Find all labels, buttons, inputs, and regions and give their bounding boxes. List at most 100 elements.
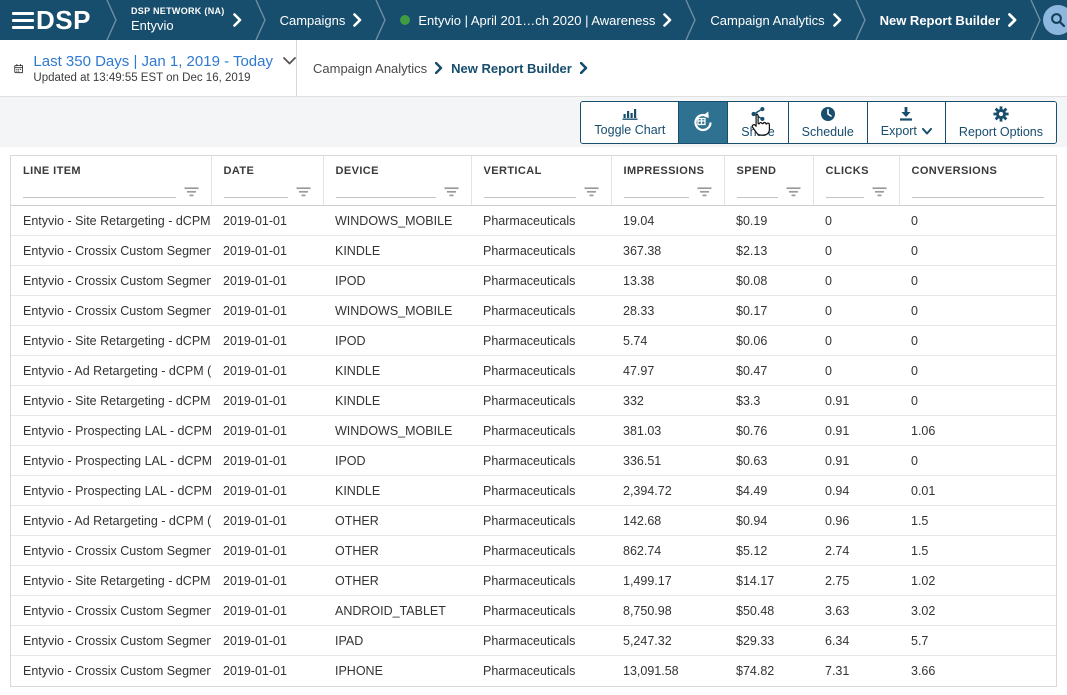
filter-input-line-item[interactable] — [23, 184, 176, 198]
breadcrumb-separator-icon — [254, 0, 268, 40]
table-header-row: LINE ITEM DATE DEVICE VERTICAL IMPRESSIO… — [11, 156, 1056, 184]
cell-vertical: Pharmaceuticals — [471, 386, 611, 416]
cell-line-item: Entyvio - Crossix Custom Segment B — [11, 626, 211, 656]
cell-date: 2019-01-01 — [211, 326, 323, 356]
cell-spend: $0.94 — [724, 506, 813, 536]
filter-input-device[interactable] — [336, 184, 436, 198]
filter-input-vertical[interactable] — [484, 184, 576, 198]
cell-spend: $2.13 — [724, 236, 813, 266]
breadcrumb-current-page[interactable]: New Report Builder — [451, 61, 572, 76]
filter-input-impressions[interactable] — [624, 184, 689, 198]
caret-down-icon — [922, 128, 932, 135]
sub-header: Last 350 Days | Jan 1, 2019 - Today Upda… — [0, 40, 1067, 97]
column-header-spend[interactable]: SPEND — [724, 156, 813, 184]
cell-line-item: Entyvio - Ad Retargeting - dCPM (Lar — [11, 506, 211, 536]
cell-conversions: 1.5 — [899, 536, 1056, 566]
breadcrumb-new-report-builder[interactable]: New Report Builder — [868, 0, 1030, 40]
cell-conversions: 0 — [899, 236, 1056, 266]
cell-vertical: Pharmaceuticals — [471, 596, 611, 626]
breadcrumb-label: Entyvio | April 201…ch 2020 | Awareness — [418, 13, 655, 28]
table-row: Entyvio - Site Retargeting - dCPM (La201… — [11, 206, 1056, 236]
cell-conversions: 0 — [899, 206, 1056, 236]
date-range-selector[interactable]: Last 350 Days | Jan 1, 2019 - Today Upda… — [0, 40, 297, 96]
column-header-clicks[interactable]: CLICKS — [813, 156, 899, 184]
cell-impressions: 28.33 — [611, 296, 724, 326]
filter-icon[interactable] — [296, 187, 311, 197]
filter-icon[interactable] — [444, 187, 459, 197]
search-button[interactable] — [1043, 5, 1067, 35]
cell-conversions: 1.5 — [899, 506, 1056, 536]
refresh-table-icon — [691, 110, 715, 134]
column-header-vertical[interactable]: VERTICAL — [471, 156, 611, 184]
chevron-right-icon — [1008, 13, 1017, 27]
cell-device: KINDLE — [323, 236, 471, 266]
refresh-report-button[interactable] — [678, 102, 727, 143]
filter-input-clicks[interactable] — [826, 184, 864, 198]
column-header-device[interactable]: DEVICE — [323, 156, 471, 184]
chevron-right-icon — [580, 62, 588, 74]
cell-conversions: 0 — [899, 446, 1056, 476]
cell-device: ANDROID_TABLET — [323, 596, 471, 626]
cell-clicks: 0.91 — [813, 416, 899, 446]
cell-date: 2019-01-01 — [211, 656, 323, 686]
breadcrumb-campaign-analytics[interactable]: Campaign Analytics — [698, 0, 853, 40]
table-row: Entyvio - Prospecting LAL - dCPM (La2019… — [11, 476, 1056, 506]
cell-spend: $0.06 — [724, 326, 813, 356]
filter-input-spend[interactable] — [737, 184, 778, 198]
table-row: Entyvio - Crossix Custom Segment B2019-0… — [11, 266, 1056, 296]
cell-vertical: Pharmaceuticals — [471, 626, 611, 656]
chevron-down-icon[interactable] — [283, 57, 296, 65]
cell-line-item: Entyvio - Site Retargeting - dCPM (La — [11, 206, 211, 236]
breadcrumb-network[interactable]: DSP NETWORK (NA) Entyvio — [119, 0, 254, 40]
cell-spend: $50.48 — [724, 596, 813, 626]
filter-icon[interactable] — [872, 187, 887, 197]
date-range-label[interactable]: Last 350 Days | Jan 1, 2019 - Today — [33, 53, 273, 70]
clock-icon — [820, 106, 836, 122]
cell-impressions: 381.03 — [611, 416, 724, 446]
cell-impressions: 142.68 — [611, 506, 724, 536]
cell-vertical: Pharmaceuticals — [471, 296, 611, 326]
breadcrumb-campaigns[interactable]: Campaigns — [268, 0, 375, 40]
column-header-impressions[interactable]: IMPRESSIONS — [611, 156, 724, 184]
cell-vertical: Pharmaceuticals — [471, 326, 611, 356]
breadcrumb-campaign-analytics-link[interactable]: Campaign Analytics — [313, 61, 427, 76]
chevron-right-icon — [663, 13, 672, 27]
filter-icon[interactable] — [786, 187, 801, 197]
hamburger-menu-icon[interactable] — [0, 0, 34, 40]
cell-line-item: Entyvio - Site Retargeting - dCPM (La — [11, 326, 211, 356]
cell-vertical: Pharmaceuticals — [471, 416, 611, 446]
column-header-date[interactable]: DATE — [211, 156, 323, 184]
column-header-line-item[interactable]: LINE ITEM — [11, 156, 211, 184]
cell-impressions: 1,499.17 — [611, 566, 724, 596]
filter-input-date[interactable] — [224, 184, 288, 198]
report-toolbar: Toggle Chart Share Sche — [0, 97, 1067, 147]
table-row: Entyvio - Prospecting LAL - dCPM (La2019… — [11, 446, 1056, 476]
schedule-button[interactable]: Schedule — [788, 102, 867, 143]
filter-icon[interactable] — [697, 187, 712, 197]
cell-date: 2019-01-01 — [211, 356, 323, 386]
cell-date: 2019-01-01 — [211, 596, 323, 626]
app-logo[interactable]: DSP — [34, 0, 105, 40]
page-breadcrumb: Campaign Analytics New Report Builder — [297, 40, 588, 96]
cell-conversions: 1.02 — [899, 566, 1056, 596]
cell-line-item: Entyvio - Prospecting LAL - dCPM (La — [11, 416, 211, 446]
cell-vertical: Pharmaceuticals — [471, 656, 611, 686]
share-button[interactable]: Share — [727, 102, 787, 143]
cell-clicks: 2.74 — [813, 536, 899, 566]
export-button[interactable]: Export — [867, 102, 945, 143]
cell-conversions: 0 — [899, 386, 1056, 416]
cell-date: 2019-01-01 — [211, 626, 323, 656]
filter-input-conversions[interactable] — [912, 184, 1045, 198]
report-options-button[interactable]: Report Options — [945, 102, 1056, 143]
cell-clicks: 0.91 — [813, 446, 899, 476]
schedule-label: Schedule — [802, 125, 854, 139]
chevron-right-icon — [833, 13, 842, 27]
cell-clicks: 0 — [813, 266, 899, 296]
breadcrumb-campaign[interactable]: Entyvio | April 201…ch 2020 | Awareness — [388, 0, 684, 40]
toggle-chart-button[interactable]: Toggle Chart — [581, 102, 678, 143]
filter-icon[interactable] — [184, 187, 199, 197]
column-header-conversions[interactable]: CONVERSIONS — [899, 156, 1056, 184]
filter-icon[interactable] — [584, 187, 599, 197]
chevron-right-icon — [233, 13, 242, 27]
table-filter-row — [11, 184, 1056, 206]
